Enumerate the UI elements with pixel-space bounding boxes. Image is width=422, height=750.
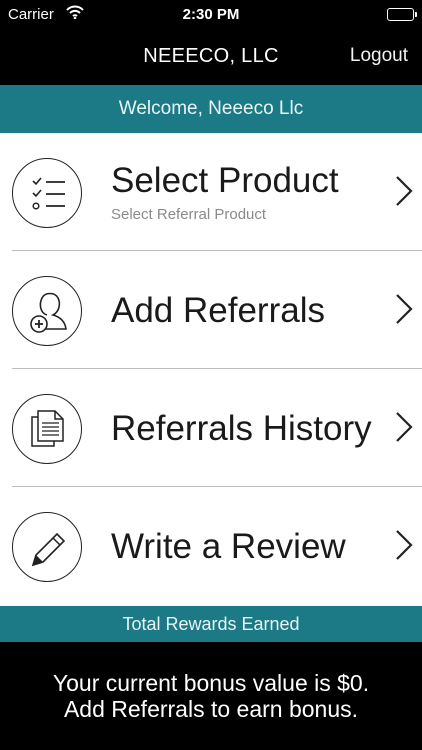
pencil-icon [12,512,82,582]
add-user-icon [12,276,82,346]
menu-item-sublabel: Select Referral Product [111,206,267,223]
logout-button[interactable]: Logout [350,45,408,67]
menu-item-label: Select Product [111,161,339,200]
menu-item-select-product[interactable]: Select Product Select Referral Product [0,133,422,251]
bonus-summary: Your current bonus value is $0. Add Refe… [0,642,422,750]
bonus-value-text: Your current bonus value is $0. [52,670,370,696]
status-bar: Carrier 2:30 PM [0,0,422,30]
chevron-right-icon [394,292,414,331]
total-rewards-header: Total Rewards Earned [0,606,422,642]
documents-icon [12,394,82,464]
menu-item-label: Referrals History [111,409,372,448]
bonus-hint-text: Add Referrals to earn bonus. [63,696,359,722]
status-time: 2:30 PM [182,6,240,23]
chevron-right-icon [394,410,414,449]
menu-item-add-referrals[interactable]: Add Referrals [0,251,422,369]
navigation-bar: NEEECO, LLC Logout [0,30,422,85]
checklist-icon [12,158,82,228]
welcome-banner: Welcome, Neeeco Llc [0,85,422,133]
menu-item-referrals-history[interactable]: Referrals History [0,369,422,487]
chevron-right-icon [394,528,414,567]
main-menu: Select Product Select Referral Product A… [0,133,422,605]
menu-item-label: Add Referrals [111,291,325,330]
battery-icon [387,8,417,21]
chevron-right-icon [394,174,414,213]
menu-item-write-review[interactable]: Write a Review [0,487,422,605]
menu-item-label: Write a Review [111,527,346,566]
